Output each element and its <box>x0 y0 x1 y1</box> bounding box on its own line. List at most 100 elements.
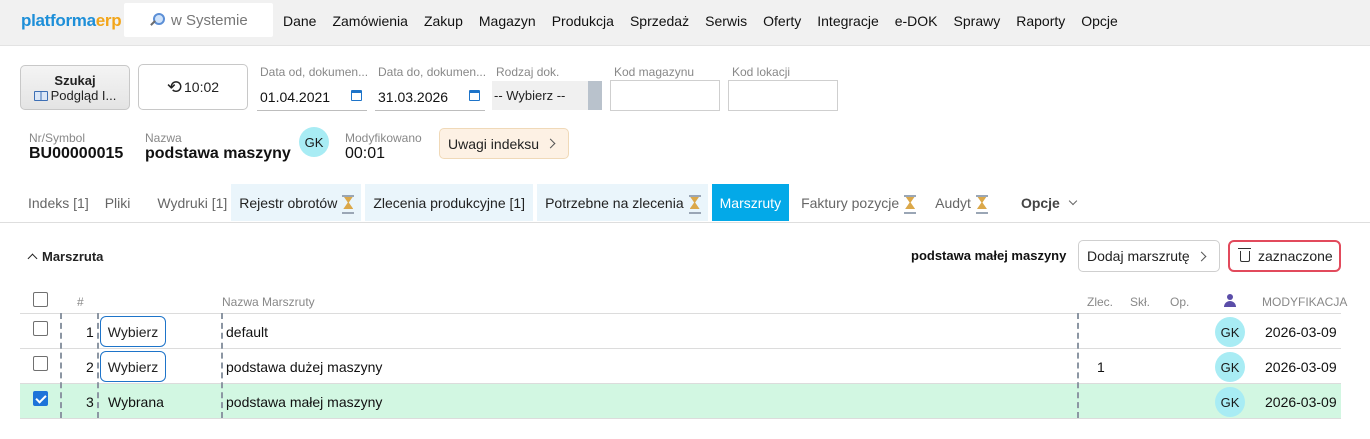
row-checkbox[interactable] <box>33 356 48 371</box>
choose-route-button[interactable]: Wybierz <box>100 316 166 347</box>
menu-item-zakup[interactable]: Zakup <box>424 13 463 29</box>
section-title: Marszruta <box>42 249 104 264</box>
date-from-value: 01.04.2021 <box>260 88 331 105</box>
index-notes-label: Uwagi indeksu <box>448 135 540 152</box>
platforma-erp-logo[interactable]: platformaerp <box>21 11 122 31</box>
tab-label: Wydruki [1] <box>157 194 228 211</box>
row-index: 2 <box>86 359 94 375</box>
search-button-subtitle-text: Podgląd I... <box>50 88 117 103</box>
tab-label: Faktury pozycje <box>801 194 900 211</box>
add-route-button[interactable]: Dodaj marszrutę <box>1078 240 1220 272</box>
hourglass-icon <box>904 195 917 214</box>
menu-item-opcje[interactable]: Opcje <box>1081 13 1118 29</box>
column-header-name[interactable]: Nazwa Marszruty <box>222 295 315 309</box>
row-index: 3 <box>86 394 94 410</box>
book-icon <box>33 91 48 101</box>
tab-label: Marszruty <box>719 194 782 211</box>
route-zlec: 1 <box>1097 359 1105 375</box>
menu-item-sprzedaz[interactable]: Sprzedaż <box>630 13 689 29</box>
system-search-input[interactable]: w Systemie <box>124 3 273 37</box>
row-user-avatar: GK <box>1215 387 1245 417</box>
tab-label: Pliki <box>104 194 131 211</box>
column-separator <box>60 313 62 418</box>
row-checkbox-checked[interactable] <box>33 391 48 406</box>
row-index: 1 <box>86 324 94 340</box>
refresh-button[interactable]: ⟲ 10:02 <box>138 64 248 110</box>
menu-item-magazyn[interactable]: Magazyn <box>479 13 536 29</box>
record-symbol: BU00000015 <box>29 145 124 162</box>
index-notes-button[interactable]: Uwagi indeksu <box>439 128 569 159</box>
doc-type-select[interactable]: -- Wybierz -- <box>492 81 602 110</box>
tabs-divider <box>0 222 1370 223</box>
date-to-input[interactable]: 31.03.2026 <box>375 83 485 111</box>
warehouse-code-label: Kod magazynu <box>614 65 695 79</box>
row-checkbox[interactable] <box>33 321 48 336</box>
column-header-zlec[interactable]: Zlec. <box>1087 295 1113 309</box>
menu-item-serwis[interactable]: Serwis <box>705 13 747 29</box>
date-to-value: 31.03.2026 <box>378 88 449 105</box>
choose-route-button[interactable]: Wybierz <box>100 351 166 382</box>
tab-potrzebne-na-zlecenia[interactable]: Potrzebne na zlecenia <box>537 184 708 221</box>
menu-item-raporty[interactable]: Raporty <box>1016 13 1065 29</box>
tab-pliki[interactable]: Pliki <box>97 184 150 221</box>
tab-zlecenia-produkcyjne[interactable]: Zlecenia produkcyjne [1] <box>365 184 534 221</box>
date-from-input[interactable]: 01.04.2021 <box>257 83 367 111</box>
chevron-up-icon <box>27 253 38 264</box>
record-name: podstawa maszyny <box>145 145 291 162</box>
route-name: podstawa dużej maszyny <box>226 359 383 375</box>
tab-label: Indeks [1] <box>28 194 89 211</box>
menu-item-sprawy[interactable]: Sprawy <box>954 13 1001 29</box>
menu-item-e-dok[interactable]: e-DOK <box>895 13 938 29</box>
column-header-skl[interactable]: Skł. <box>1130 295 1150 309</box>
chevron-down-icon <box>1068 196 1078 205</box>
date-from-label: Data od, dokumen... <box>260 65 369 79</box>
location-code-input[interactable] <box>728 80 838 111</box>
column-header-modified[interactable]: MODYFIKACJA <box>1262 295 1347 309</box>
search-icon <box>149 12 165 28</box>
tab-label: Potrzebne na zlecenia <box>545 194 684 211</box>
menu-item-zamowienia[interactable]: Zamówienia <box>332 13 407 29</box>
section-toggle-marszruta[interactable]: Marszruta <box>27 249 104 264</box>
calendar-icon[interactable] <box>351 90 362 101</box>
chevron-right-icon <box>545 138 556 149</box>
table-row-selected[interactable] <box>20 384 1341 419</box>
tab-indeks[interactable]: Indeks [1] <box>20 184 97 221</box>
route-modified: 2026-03-09 <box>1265 324 1337 340</box>
location-code-label: Kod lokacji <box>732 65 791 79</box>
hourglass-icon <box>342 195 355 214</box>
delete-selected-label: zaznaczone <box>1258 248 1333 264</box>
calendar-icon[interactable] <box>469 90 480 101</box>
tab-label: Opcje <box>1020 194 1060 211</box>
column-header-op[interactable]: Op. <box>1170 295 1189 309</box>
menu-item-produkcja[interactable]: Produkcja <box>552 13 614 29</box>
tab-audyt[interactable]: Audyt <box>927 184 995 221</box>
top-navbar: platformaerp w Systemie Dane Zamówienia … <box>0 0 1370 46</box>
table-row[interactable] <box>20 314 1341 349</box>
route-modified: 2026-03-09 <box>1265 394 1337 410</box>
delete-selected-button[interactable]: zaznaczone <box>1228 240 1341 272</box>
menu-item-integracje[interactable]: Integracje <box>817 13 878 29</box>
table-row[interactable] <box>20 349 1341 384</box>
user-avatar[interactable]: GK <box>299 127 329 157</box>
logo-accent-text: erp <box>95 11 122 30</box>
row-user-avatar: GK <box>1215 352 1245 382</box>
menu-item-dane[interactable]: Dane <box>283 13 316 29</box>
search-button-subtitle: Podgląd I... <box>21 88 129 103</box>
tab-label: Audyt <box>935 194 971 211</box>
refresh-icon: ⟲ <box>166 77 183 97</box>
tab-rejestr-obrotow[interactable]: Rejestr obrotów <box>231 184 362 221</box>
tab-marszruty[interactable]: Marszruty <box>711 184 790 221</box>
tab-wydruki[interactable]: Wydruki [1] <box>149 184 231 221</box>
tab-faktury-pozycje[interactable]: Faktury pozycje <box>793 184 923 221</box>
record-tabs: Indeks [1] Pliki Wydruki [1] Rejestr obr… <box>20 184 1084 221</box>
menu-item-oferty[interactable]: Oferty <box>763 13 801 29</box>
search-button[interactable]: Szukaj Podgląd I... <box>20 65 130 110</box>
route-name: podstawa małej maszyny <box>226 394 383 410</box>
selected-route-name: podstawa małej maszyny <box>911 248 1067 263</box>
column-separator <box>1077 313 1079 418</box>
warehouse-code-input[interactable] <box>610 80 720 111</box>
select-all-checkbox[interactable] <box>33 292 48 307</box>
tab-opcje[interactable]: Opcje <box>1013 184 1084 221</box>
symbol-label: Nr/Symbol <box>29 131 86 145</box>
doc-type-label: Rodzaj dok. <box>496 65 560 79</box>
